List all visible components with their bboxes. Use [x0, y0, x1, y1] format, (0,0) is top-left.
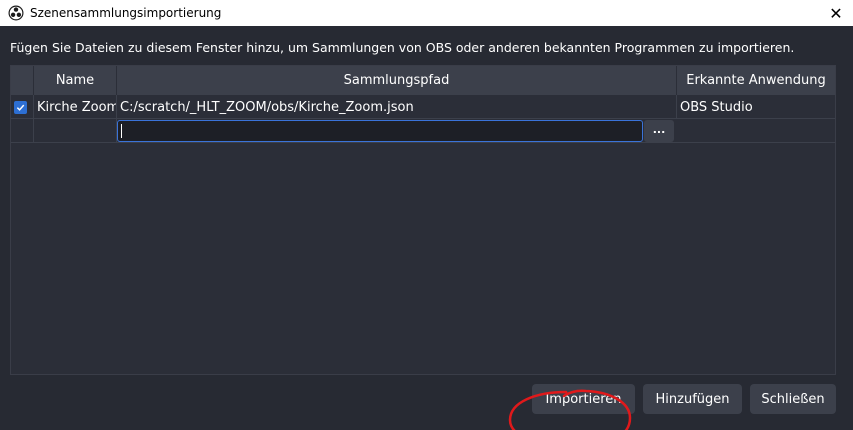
- browse-button[interactable]: ...: [644, 120, 674, 142]
- new-path-input[interactable]: [117, 120, 643, 142]
- add-button[interactable]: Hinzufügen: [643, 384, 742, 414]
- window-title: Szenensammlungsimportierung: [30, 6, 222, 20]
- row-checkbox[interactable]: [11, 95, 34, 119]
- row-path: C:/scratch/_HLT_ZOOM/obs/Kirche_Zoom.jso…: [117, 95, 677, 119]
- title-bar: Szenensammlungsimportierung ✕: [0, 0, 853, 26]
- new-row-app-cell: [677, 119, 835, 143]
- header-checkbox-column: [11, 66, 34, 95]
- close-button[interactable]: Schließen: [750, 384, 836, 414]
- header-name[interactable]: Name: [34, 66, 117, 95]
- collections-table: Name Sammlungspfad Erkannte Anwendung Ki…: [10, 65, 836, 375]
- info-text: Fügen Sie Dateien zu diesem Fenster hinz…: [10, 40, 795, 55]
- new-row-name-cell: [34, 119, 117, 143]
- close-icon: ✕: [829, 3, 843, 23]
- new-row-checkbox-cell: [11, 119, 34, 143]
- checkbox-checked[interactable]: [14, 100, 27, 114]
- window-close-button[interactable]: ✕: [819, 0, 853, 26]
- row-detected-app: OBS Studio: [680, 99, 753, 115]
- import-button[interactable]: Importieren: [532, 384, 635, 414]
- obs-logo-icon: [8, 5, 24, 21]
- text-caret: [121, 124, 122, 138]
- table-row[interactable]: Kirche Zoom C:/scratch/_HLT_ZOOM/obs/Kir…: [11, 95, 835, 119]
- new-row: ...: [11, 119, 835, 143]
- checkmark-icon: [16, 104, 25, 111]
- row-name: Kirche Zoom: [34, 95, 117, 119]
- dialog-body: Fügen Sie Dateien zu diesem Fenster hinz…: [0, 26, 853, 430]
- table-header: Name Sammlungspfad Erkannte Anwendung: [11, 66, 835, 95]
- header-detected-app[interactable]: Erkannte Anwendung: [677, 66, 835, 95]
- header-collection-path[interactable]: Sammlungspfad: [117, 66, 677, 95]
